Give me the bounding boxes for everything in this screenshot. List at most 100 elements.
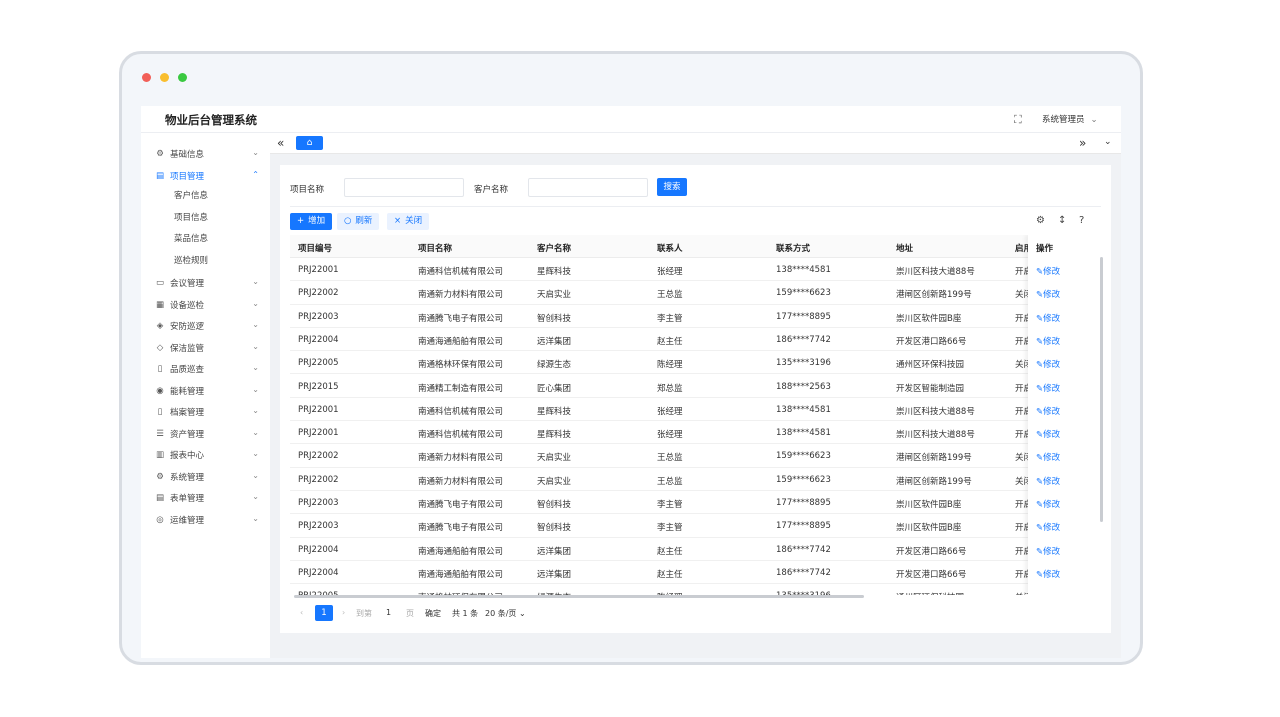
edit-link[interactable]: ✎修改 [1036, 428, 1060, 440]
edit-link[interactable]: ✎修改 [1036, 405, 1060, 417]
sidebar-item[interactable]: ◉ 能耗管理 ⌄ [155, 381, 261, 401]
edit-link[interactable]: ✎修改 [1036, 312, 1060, 324]
table-row[interactable]: PRJ22005南通格林环保有限公司绿源生态陈经理135****3196通州区环… [290, 351, 1100, 375]
column-header[interactable]: 项目名称 [418, 242, 452, 254]
edit-link[interactable]: ✎修改 [1036, 382, 1060, 394]
table-row[interactable]: PRJ22003 南通腾飞电子有限公司 智创科技 李主管 177****8895 崇川区软… [290, 491, 1100, 515]
edit-link[interactable]: ✎修改 [1036, 545, 1060, 557]
sidebar-item[interactable]: ▤ 表单管理 ⌄ [155, 488, 261, 508]
chart-icon: ▥ [155, 450, 165, 460]
table-cell: PRJ22003 [298, 311, 339, 322]
edit-link[interactable]: ✎修改 [1036, 475, 1060, 487]
minimize-dot[interactable] [160, 73, 169, 82]
sidebar-item[interactable]: ◈ 安防巡逻 ⌄ [155, 316, 261, 336]
table-row[interactable]: PRJ22001 南通科信机械有限公司 星辉科技 张经理 138****4581 崇川区科… [290, 258, 1100, 282]
table-header: 项目编号 项目名称 客户名称 联系人 联系方式 地址 启用 [290, 235, 1100, 258]
customer-name-input[interactable] [528, 178, 648, 197]
table-cell: 李主管 [657, 523, 683, 534]
column-height-icon[interactable]: ↕ [1058, 215, 1066, 226]
confirm-button[interactable]: 确定 [425, 608, 441, 619]
column-header[interactable]: 客户名称 [537, 242, 571, 254]
fullscreen-icon[interactable]: ⛶ [1014, 113, 1022, 127]
chevron-down-icon[interactable]: ⌄ [1104, 137, 1112, 147]
plus-icon: + [297, 216, 305, 226]
close-dot[interactable] [142, 73, 151, 82]
sidebar-subitem[interactable]: 巡检规则 [174, 254, 208, 266]
table-cell: 港闸区创新路199号 [896, 476, 972, 487]
building-icon: ▤ [155, 171, 165, 181]
table-row[interactable]: PRJ22004 南通海通船舶有限公司 远洋集团 赵主任 186****7742 开发区港… [290, 561, 1100, 585]
refresh-button[interactable]: ○ 刷新 [337, 213, 380, 230]
edit-link[interactable]: ✎修改 [1036, 358, 1060, 370]
collapse-left-icon[interactable]: « [277, 136, 284, 150]
table-row[interactable]: PRJ22003 南通腾飞电子有限公司 智创科技 李主管 177****8895 崇川区软… [290, 514, 1100, 538]
horizontal-scrollbar[interactable] [294, 595, 864, 598]
table-cell: PRJ22001 [298, 428, 339, 439]
search-button[interactable]: 搜索 [657, 178, 687, 196]
prev-page-icon[interactable]: ‹ [300, 608, 303, 617]
sidebar-item[interactable]: ▥ 报表中心 ⌄ [155, 445, 261, 465]
add-button[interactable]: + 增加 [290, 213, 333, 230]
column-header[interactable]: 联系人 [657, 242, 683, 254]
table-cell: PRJ22004 [298, 334, 339, 345]
table-cell: 陈经理 [657, 360, 683, 371]
table-row[interactable]: PRJ22001 南通科信机械有限公司 星辉科技 张经理 138****4581 崇川区科… [290, 398, 1100, 422]
table-row[interactable]: PRJ22005南通格林环保有限公司绿源生态陈经理135****3196通州区环… [290, 584, 1100, 595]
table-row[interactable]: PRJ22002 南通新力材料有限公司 天启实业 王总监 159****6623 港闸区创… [290, 468, 1100, 491]
table-cell: PRJ22005 [298, 358, 339, 369]
project-name-input[interactable] [344, 178, 464, 197]
table-row[interactable]: PRJ22002 南通新力材料有限公司 天启实业 王总监 159****6623 港闸区创… [290, 281, 1100, 305]
table-cell: 智创科技 [537, 500, 572, 510]
sidebar-item[interactable]: ▯ 品质巡查 ⌄ [155, 359, 261, 379]
table-row[interactable]: PRJ22004 南通海通船舶有限公司 远洋集团 赵主任 186****7742 开发区港… [290, 328, 1100, 352]
table-row[interactable]: PRJ22001 南通科信机械有限公司 星辉科技 张经理 138****4581 崇川区科… [290, 421, 1100, 445]
table-cell: 天启实业 [537, 453, 572, 464]
sidebar-item[interactable]: ⚙ 系统管理 ⌄ [155, 467, 261, 487]
table-row[interactable]: PRJ22002 南通新力材料有限公司 天启实业 王总监 159****6623 港闸区创… [290, 444, 1100, 468]
sidebar-item[interactable]: ☰ 资产管理 ⌄ [155, 424, 261, 444]
settings-icon[interactable]: ⚙ [1036, 215, 1045, 226]
help-icon[interactable]: ? [1079, 215, 1084, 226]
sidebar-item[interactable]: ▤ 项目管理 ⌃ [155, 166, 261, 186]
sidebar-item[interactable]: ▭ 会议管理 ⌄ [155, 273, 261, 293]
maximize-dot[interactable] [178, 73, 187, 82]
refresh-icon: ○ [344, 216, 352, 226]
column-header[interactable]: 地址 [896, 242, 913, 254]
sidebar-item[interactable]: ⚙ 基础信息 ⌄ [155, 144, 261, 164]
column-header[interactable]: 联系方式 [776, 242, 810, 254]
table-row[interactable]: PRJ22003 南通腾飞电子有限公司 智创科技 李主管 177****8895 崇川区软… [290, 305, 1100, 328]
close-button[interactable]: × 关闭 [387, 213, 430, 230]
sidebar-subitem[interactable]: 项目信息 [174, 211, 208, 223]
page-size-select[interactable]: 20 条/页 ⌄ [485, 608, 526, 619]
current-page-button[interactable]: 1 [315, 605, 333, 621]
table-row[interactable]: PRJ22004 南通海通船舶有限公司 远洋集团 赵主任 186****7742 开发区港… [290, 538, 1100, 561]
table-cell: 智创科技 [537, 523, 572, 534]
sidebar-subitem[interactable]: 客户信息 [174, 189, 208, 201]
column-header[interactable]: 项目编号 [298, 242, 332, 254]
edit-link[interactable]: ✎修改 [1036, 521, 1060, 533]
edit-link[interactable]: ✎修改 [1036, 498, 1060, 510]
edit-link[interactable]: ✎修改 [1036, 451, 1060, 463]
chevron-down-icon: ⌄ [252, 299, 259, 308]
sidebar-item[interactable]: ▯ 档案管理 ⌄ [155, 402, 261, 422]
edit-link[interactable]: ✎修改 [1036, 335, 1060, 347]
table-cell: 南通海通船舶有限公司 [418, 546, 504, 557]
scroll-right-icon[interactable]: » [1079, 136, 1086, 150]
sidebar-item[interactable]: ▦ 设备巡检 ⌄ [155, 295, 261, 315]
tab-home[interactable]: ⌂ [296, 136, 323, 150]
table-cell: 星辉科技 [537, 406, 572, 417]
goto-page-input[interactable]: 1 [386, 608, 391, 617]
edit-link[interactable]: ✎修改 [1036, 265, 1060, 277]
user-menu[interactable]: 系统管理员 ⌄ [1042, 113, 1098, 125]
table-cell: PRJ22004 [298, 544, 339, 555]
pagination: ‹ 1 › 到第 1 页 确定 共 1 条 20 条/页 ⌄ [290, 605, 690, 623]
sidebar-item[interactable]: ◇ 保洁监管 ⌄ [155, 338, 261, 358]
table-row[interactable]: PRJ22015 南通精工制造有限公司 匠心集团 郑总监 188****2563 开发区智… [290, 375, 1100, 398]
vertical-scrollbar[interactable] [1100, 257, 1103, 522]
edit-link[interactable]: ✎修改 [1036, 568, 1060, 580]
edit-link[interactable]: ✎修改 [1036, 288, 1060, 300]
next-page-icon[interactable]: › [342, 608, 345, 617]
sidebar-item[interactable]: ◎ 运维管理 ⌄ [155, 510, 261, 530]
sidebar-subitem[interactable]: 菜品信息 [174, 232, 208, 244]
tool-icon: ◎ [156, 515, 164, 525]
